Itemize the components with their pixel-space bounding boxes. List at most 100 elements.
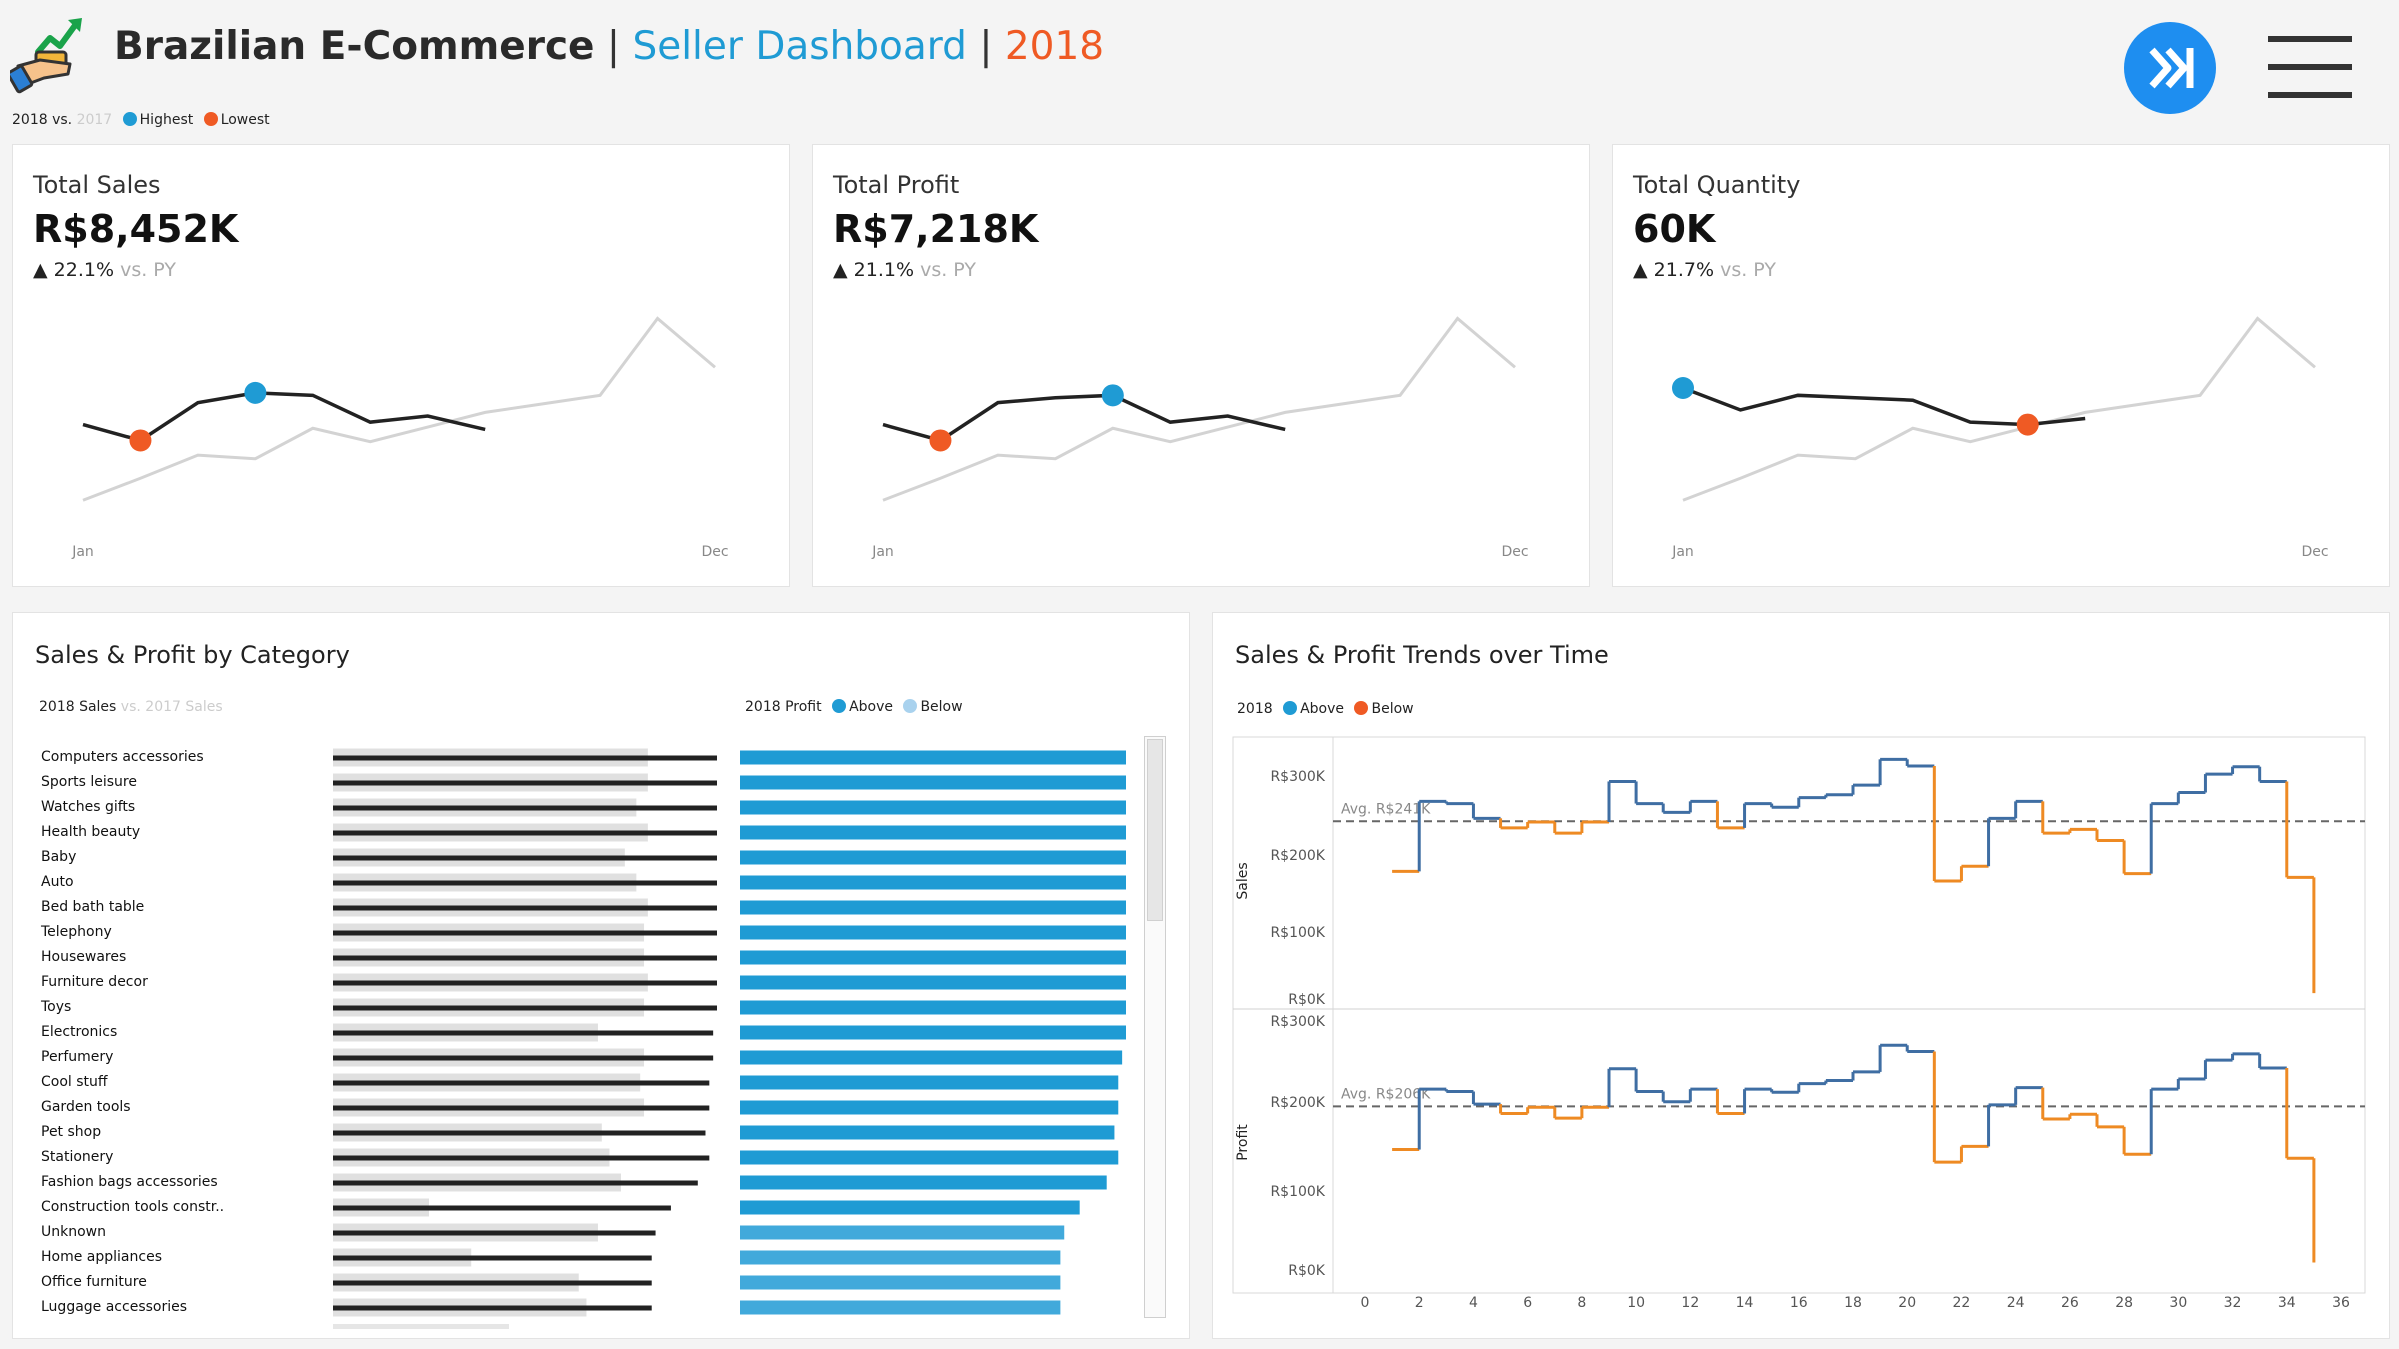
category-scrollbar-thumb[interactable] (1147, 739, 1163, 921)
highest-point (1672, 377, 1694, 399)
sales-growth-logo-icon (6, 8, 96, 94)
kpi-sparkline-chart: Jan Dec (71, 316, 729, 560)
sales-average-label: Avg. R$241K (1341, 801, 1431, 817)
profit-2018-bar (740, 1275, 1061, 1290)
sales-2018-bar (333, 1130, 706, 1136)
axis-end-label: Dec (1501, 544, 1528, 560)
kpi-change: ▲ 22.1% vs. PY (33, 259, 176, 281)
kpi-change-value: 21.1% (853, 259, 915, 281)
x-tick-label: 28 (2115, 1295, 2133, 1311)
highest-point (1101, 384, 1124, 407)
sales-2018-bar (333, 1005, 717, 1011)
lowest-point (2016, 413, 2039, 436)
profit-2018-bar (740, 950, 1126, 965)
highest-point (244, 381, 267, 404)
trend-step-chart: R$300K R$200K R$100K R$0K Sales Avg. R$241K R$… (1232, 736, 2366, 1311)
kpi-value: R$8,452K (33, 207, 239, 251)
y-tick-label: R$100K (1270, 1184, 1325, 1200)
profit-2018-bar (740, 875, 1126, 890)
profit-2018-bar (740, 800, 1126, 815)
sales-2018-bar (333, 1230, 656, 1236)
category-scrollbar[interactable] (1144, 736, 1166, 1318)
title-year: 2018 (1004, 24, 1105, 69)
sales-2018-bar (333, 830, 717, 836)
x-tick-label: 8 (1577, 1295, 1586, 1311)
title-separator: | (606, 24, 621, 69)
previous-year-line (1682, 316, 2316, 502)
sales-2018-bar (333, 955, 717, 961)
up-arrow-icon: ▲ (833, 259, 848, 281)
y-tick-label: R$300K (1270, 1014, 1325, 1030)
kpi-change: ▲ 21.1% vs. PY (833, 259, 976, 281)
lowest-point (129, 429, 152, 452)
hamburger-menu-button[interactable] (2268, 34, 2354, 100)
lowest-dot-icon (203, 112, 218, 126)
x-tick-label: 2 (1415, 1295, 1424, 1311)
sales-2018-bar (333, 1030, 714, 1036)
title-subtitle: Seller Dashboard (632, 24, 967, 69)
sales-2018-bar (333, 1055, 714, 1061)
sales-2018-bar (333, 905, 717, 911)
axis-start-label: Jan (71, 544, 94, 560)
kpi-vs-label: vs. PY (1720, 259, 1776, 281)
x-tick-label: 34 (2278, 1295, 2296, 1311)
x-tick-label: 20 (1898, 1295, 1916, 1311)
profit-2018-bar (740, 775, 1126, 790)
x-tick-label: 0 (1361, 1295, 1370, 1311)
sales-2018-bar (333, 1205, 671, 1211)
kpi-value: R$7,218K (833, 207, 1039, 251)
profit-2018-bar (740, 850, 1126, 865)
profit-2018-bar (740, 1175, 1107, 1190)
sales-2018-bar (333, 1080, 710, 1086)
kpi-change: ▲ 21.7% vs. PY (1633, 259, 1776, 281)
kpi-sparkline-chart: Jan Dec (1671, 316, 2329, 560)
legend-highest: Highest (139, 112, 194, 128)
skip-forward-button[interactable] (2124, 22, 2216, 114)
profit-2018-bar (740, 975, 1126, 990)
highest-dot-icon (122, 112, 137, 126)
x-tick-label: 10 (1627, 1295, 1645, 1311)
y-tick-label: R$0K (1288, 1263, 1326, 1279)
y-tick-label: R$100K (1270, 925, 1325, 941)
kpi-title: Total Profit (833, 171, 960, 199)
lowest-point (929, 429, 952, 452)
highest-lowest-legend: 2018 vs. 2017 Highest Lowest (12, 112, 270, 128)
axis-end-label: Dec (701, 544, 728, 560)
sales-2018-bar (333, 1280, 652, 1286)
x-tick-label: 16 (1790, 1295, 1808, 1311)
hamburger-menu-icon (2268, 36, 2352, 98)
x-tick-label: 24 (2007, 1295, 2025, 1311)
profit-2018-bar (740, 900, 1126, 915)
legend-previous-year: 2017 (76, 112, 113, 128)
x-tick-label: 4 (1469, 1295, 1478, 1311)
profit-2018-bar (740, 1100, 1119, 1115)
sales-2018-bar (333, 805, 717, 811)
sales-2018-bar (333, 855, 717, 861)
y-tick-label: R$0K (1288, 992, 1326, 1008)
sales-2018-bar (333, 780, 717, 786)
y-tick-label: R$200K (1270, 848, 1325, 864)
sales-2018-bar (333, 980, 717, 986)
title-main: Brazilian E-Commerce (114, 24, 595, 69)
y-axis-title: Sales (1235, 862, 1251, 899)
x-tick-label: 36 (2332, 1295, 2350, 1311)
legend-current-year: 2018 vs. (12, 112, 73, 128)
category-bar-chart (333, 748, 1126, 1329)
profit-2018-bar (740, 925, 1126, 940)
kpi-value: 60K (1633, 207, 1716, 251)
y-tick-label: R$200K (1270, 1095, 1325, 1111)
x-tick-label: 32 (2224, 1295, 2242, 1311)
x-tick-label: 6 (1523, 1295, 1532, 1311)
profit-2018-bar (740, 1300, 1061, 1315)
sales-2018-bar (333, 1180, 698, 1186)
sales-2018-bar (333, 755, 717, 761)
previous-year-line (82, 316, 716, 502)
profit-2018-bar (740, 1125, 1115, 1140)
kpi-change-value: 22.1% (53, 259, 115, 281)
legend-lowest: Lowest (220, 112, 270, 128)
kpi-vs-label: vs. PY (920, 259, 976, 281)
trend-panel: Sales & Profit Trends over Time 2018 Abo… (1212, 612, 2390, 1339)
x-tick-label: 18 (1844, 1295, 1862, 1311)
profit-2018-bar (740, 825, 1126, 840)
axis-end-label: Dec (2301, 544, 2328, 560)
